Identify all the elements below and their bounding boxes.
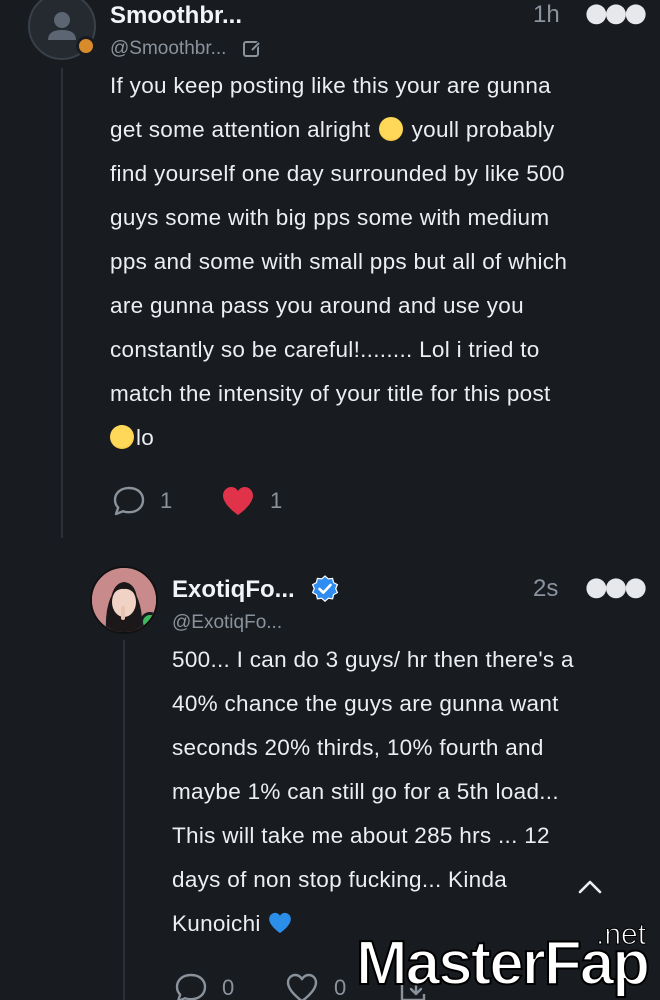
- post-line: are gunna pass you around and use you: [110, 293, 524, 318]
- thread-line: [123, 640, 125, 1000]
- reply-button[interactable]: 0: [174, 972, 234, 1000]
- post-body: If you keep posting like this your are g…: [106, 64, 568, 460]
- post-line: guys some with big pps some with medium: [110, 205, 550, 230]
- post-line: pps and some with small pps but all of w…: [110, 249, 568, 274]
- reply-line: This will take me about 285 hrs ... 12: [172, 823, 550, 848]
- post-line-text: lo: [136, 425, 155, 450]
- verified-check-icon: [311, 575, 339, 602]
- post-line-text: get some attention alright: [110, 117, 371, 142]
- reply-button[interactable]: 1: [112, 485, 172, 517]
- post-line: get some attention alright youll probabl…: [110, 108, 567, 152]
- post-line: If you keep posting like this your are g…: [110, 73, 551, 98]
- like-count: 0: [334, 975, 347, 1000]
- scroll-to-top-button[interactable]: [562, 858, 618, 914]
- reply-line: 40% chance the guys are gunna want: [172, 691, 559, 716]
- post-line: constantly so be careful!........ Lol i …: [110, 337, 540, 362]
- rofl-emoji-icon: [106, 421, 138, 453]
- heart-outline-icon: [286, 973, 318, 1000]
- comment-icon: [113, 486, 145, 516]
- more-options-button[interactable]: ●●●: [585, 0, 647, 28]
- blue-heart-emoji-icon: [269, 912, 292, 934]
- watermark-brand: MasterFap: [355, 928, 651, 999]
- reply-body: 500... I can do 3 guys/ hr then there's …: [172, 638, 574, 946]
- reply-count: 0: [222, 975, 235, 1000]
- screen: Smoothbr... @Smoothbr... 1h ●●● If you k…: [0, 0, 660, 1000]
- post-line-text: youll probably: [411, 117, 555, 142]
- post-line: find yourself one day surrounded by like…: [110, 161, 565, 186]
- thread-line: [61, 68, 63, 538]
- post-user-handle[interactable]: @Smoothbr...: [110, 38, 226, 60]
- reply-line: seconds 20% thirds, 10% fourth and: [172, 735, 544, 760]
- comment-icon: [175, 973, 207, 1000]
- reply-line: 500... I can do 3 guys/ hr then there's …: [172, 647, 574, 672]
- reply-line: maybe 1% can still go for a 5th load...: [172, 779, 559, 804]
- like-count: 1: [270, 488, 283, 513]
- status-dot: [140, 612, 156, 632]
- like-button[interactable]: 0: [284, 972, 346, 1000]
- chevron-up-icon: [578, 880, 602, 894]
- status-dot: [76, 36, 96, 56]
- reply-line: days of non stop fucking... Kinda: [172, 867, 508, 892]
- heart-filled-icon: [223, 487, 253, 515]
- post-line: match the intensity of your title for th…: [110, 381, 551, 406]
- avatar[interactable]: [90, 566, 158, 634]
- post-timestamp: 1h: [533, 1, 560, 28]
- avatar[interactable]: [28, 0, 96, 60]
- reply-user-name[interactable]: ExotiqFo...: [172, 576, 295, 604]
- post-user-name[interactable]: Smoothbr...: [110, 2, 242, 30]
- more-options-button[interactable]: ●●●: [585, 572, 647, 602]
- reply-count: 1: [160, 488, 173, 513]
- reply-user-handle[interactable]: @ExotiqFo...: [172, 612, 282, 634]
- sweat-smile-emoji-icon: [379, 117, 404, 141]
- reply-line-text: Kunoichi: [172, 911, 261, 936]
- reply-timestamp: 2s: [533, 575, 559, 602]
- post-line: lo: [106, 416, 567, 460]
- edit-icon: [243, 41, 261, 57]
- like-button[interactable]: 1: [220, 485, 282, 517]
